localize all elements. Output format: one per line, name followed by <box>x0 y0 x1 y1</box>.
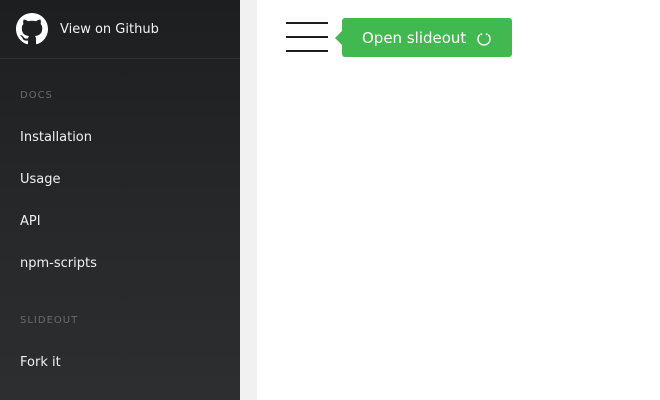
panel-divider <box>240 0 257 400</box>
open-slideout-button[interactable]: Open slideout <box>335 18 512 57</box>
github-icon <box>16 13 48 45</box>
view-on-github-link[interactable]: View on Github <box>0 0 240 59</box>
section-title-slideout: SLIDEOUT <box>20 315 79 326</box>
nav-item-npm-scripts[interactable]: npm-scripts <box>20 256 97 271</box>
open-slideout-label: Open slideout <box>362 28 467 47</box>
hamburger-icon[interactable] <box>286 22 328 54</box>
sidebar: View on Github DOCS Installation Usage A… <box>0 0 240 400</box>
smile-icon <box>477 32 491 46</box>
nav-item-usage[interactable]: Usage <box>20 172 61 187</box>
nav-item-api[interactable]: API <box>20 214 41 229</box>
section-title-docs: DOCS <box>20 90 53 101</box>
nav-item-fork-it[interactable]: Fork it <box>20 355 61 370</box>
nav-item-installation[interactable]: Installation <box>20 130 92 145</box>
github-link-label: View on Github <box>60 21 159 37</box>
